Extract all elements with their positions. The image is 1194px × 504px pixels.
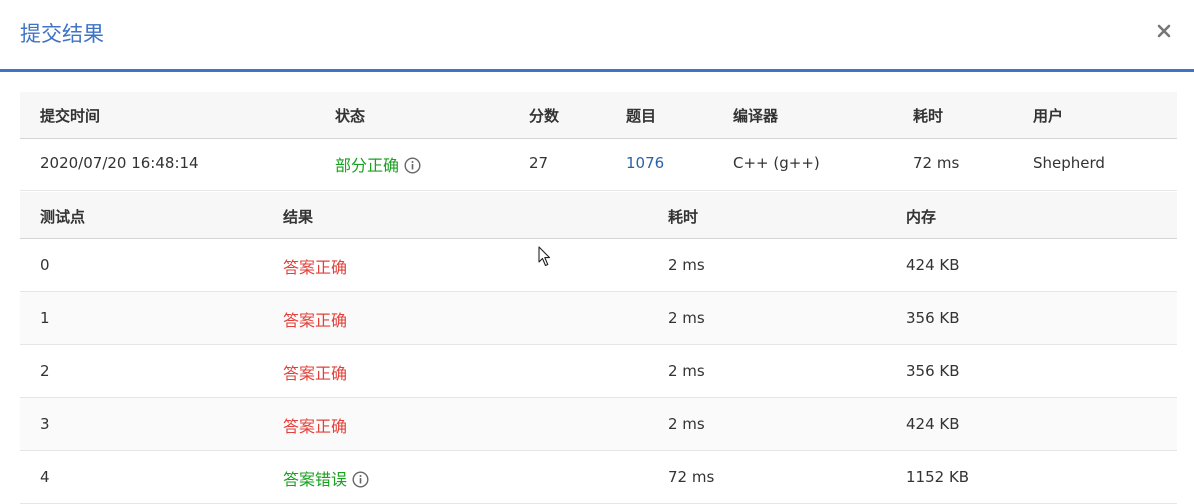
case-result: 答案正确 bbox=[283, 258, 348, 277]
dialog-header: 提交结果 bbox=[0, 0, 1194, 72]
case-id: 3 bbox=[40, 415, 50, 433]
case-memory: 424 KB bbox=[906, 415, 960, 433]
case-elapsed: 2 ms bbox=[668, 362, 705, 380]
problem-link[interactable]: 1076 bbox=[626, 154, 664, 172]
case-memory: 424 KB bbox=[906, 256, 960, 274]
info-icon[interactable] bbox=[352, 471, 369, 488]
header-result: 结果 bbox=[283, 208, 314, 226]
header-case-elapsed: 耗时 bbox=[668, 208, 699, 226]
compiler-value: C++ (g++) bbox=[733, 154, 820, 172]
header-elapsed: 耗时 bbox=[913, 107, 944, 125]
case-result-text: 答案错误 bbox=[283, 470, 348, 489]
header-memory: 内存 bbox=[906, 208, 937, 226]
mouse-cursor-icon bbox=[538, 246, 551, 267]
header-problem: 题目 bbox=[626, 107, 657, 125]
elapsed-value: 72 ms bbox=[913, 154, 960, 172]
test-cases-table: 测试点 结果 耗时 内存 0 答案正确 2 ms 424 KB 1 答案正确 2… bbox=[20, 192, 1177, 504]
summary-table: 提交时间 状态 分数 题目 编译器 耗时 用户 2020/07/20 16:48… bbox=[20, 92, 1177, 191]
case-elapsed: 72 ms bbox=[668, 468, 715, 486]
case-row: 2 答案正确 2 ms 356 KB bbox=[20, 345, 1177, 398]
case-row: 3 答案正确 2 ms 424 KB bbox=[20, 398, 1177, 451]
header-case: 测试点 bbox=[40, 208, 86, 226]
submit-time: 2020/07/20 16:48:14 bbox=[40, 154, 199, 172]
case-result: 答案正确 bbox=[283, 311, 348, 330]
header-compiler: 编译器 bbox=[733, 107, 779, 125]
case-memory: 1152 KB bbox=[906, 468, 970, 486]
submission-result-dialog: 提交结果 提交时间 状态 分数 题目 编译器 耗时 用户 2020/07/20 … bbox=[0, 0, 1194, 504]
case-elapsed: 2 ms bbox=[668, 415, 705, 433]
user-value: Shepherd bbox=[1033, 154, 1105, 172]
case-row: 0 答案正确 2 ms 424 KB bbox=[20, 239, 1177, 292]
close-button[interactable] bbox=[1152, 19, 1176, 43]
case-elapsed: 2 ms bbox=[668, 309, 705, 327]
close-icon bbox=[1157, 24, 1171, 38]
info-icon[interactable] bbox=[404, 157, 421, 174]
case-id: 2 bbox=[40, 362, 50, 380]
header-score: 分数 bbox=[529, 107, 560, 125]
summary-row: 2020/07/20 16:48:14 部分正确 27 1076 C++ (g+… bbox=[20, 139, 1177, 191]
case-elapsed: 2 ms bbox=[668, 256, 705, 274]
case-id: 4 bbox=[40, 468, 50, 486]
case-row: 1 答案正确 2 ms 356 KB bbox=[20, 292, 1177, 345]
summary-header-row: 提交时间 状态 分数 题目 编译器 耗时 用户 bbox=[20, 92, 1177, 139]
case-result: 答案正确 bbox=[283, 417, 348, 436]
cases-header-row: 测试点 结果 耗时 内存 bbox=[20, 192, 1177, 239]
case-memory: 356 KB bbox=[906, 309, 960, 327]
case-result-wrong[interactable]: 答案错误 bbox=[283, 466, 369, 490]
header-user: 用户 bbox=[1033, 107, 1064, 125]
case-id: 1 bbox=[40, 309, 50, 327]
case-id: 0 bbox=[40, 256, 50, 274]
dialog-title: 提交结果 bbox=[20, 22, 104, 46]
status-text: 部分正确 bbox=[335, 156, 400, 175]
case-row: 4 答案错误 72 ms 1152 KB bbox=[20, 451, 1177, 504]
case-result: 答案正确 bbox=[283, 364, 348, 383]
header-submit-time: 提交时间 bbox=[40, 107, 101, 125]
case-memory: 356 KB bbox=[906, 362, 960, 380]
score-value: 27 bbox=[529, 154, 549, 172]
header-status: 状态 bbox=[335, 107, 366, 125]
status-partial[interactable]: 部分正确 bbox=[335, 152, 421, 176]
